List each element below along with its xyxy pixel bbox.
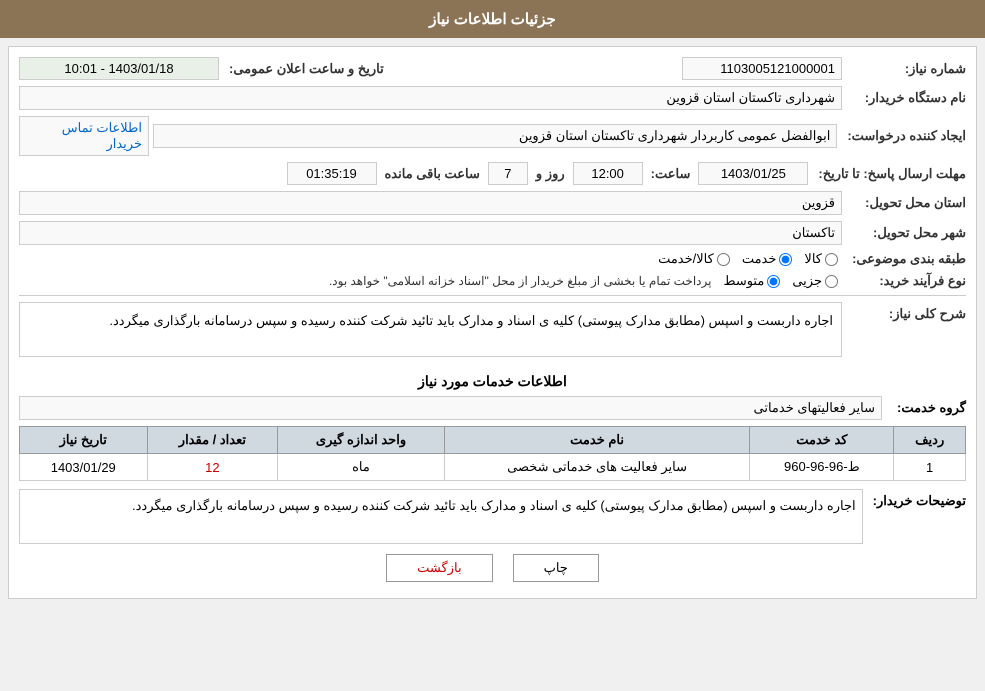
col-service-code: کد خدمت: [750, 427, 894, 454]
deadline-days-label: روز و: [536, 166, 565, 182]
cell-row-num: 1: [894, 454, 966, 481]
cell-service-name: سایر فعالیت های خدماتی شخصی: [444, 454, 750, 481]
delivery-city-row: شهر محل تحویل: تاکستان: [19, 221, 966, 245]
table-container: ردیف کد خدمت نام خدمت واحد اندازه گیری ت…: [19, 426, 966, 481]
page-title: جزئیات اطلاعات نیاز: [429, 11, 556, 28]
services-table: ردیف کد خدمت نام خدمت واحد اندازه گیری ت…: [19, 426, 966, 481]
process-medium-label: متوسط: [723, 273, 764, 289]
deadline-time: 12:00: [573, 162, 643, 185]
table-row: 1 ط-96-96-960 سایر فعالیت های خدماتی شخص…: [20, 454, 966, 481]
announce-date-label: تاریخ و ساعت اعلان عمومی:: [223, 61, 384, 77]
category-label: طبقه بندی موضوعی:: [846, 251, 966, 267]
buyer-org-value: شهرداری تاکستان استان قزوین: [19, 86, 842, 110]
buyer-org-row: نام دستگاه خریدار: شهرداری تاکستان استان…: [19, 86, 966, 110]
process-options: جزیی متوسط پرداخت تمام یا بخشی از مبلغ خ…: [19, 273, 838, 289]
general-desc-row: شرح کلی نیاز: اجاره داربست و اسپس (مطابق…: [19, 302, 966, 365]
process-row: نوع فرآیند خرید: جزیی متوسط پرداخت تمام …: [19, 273, 966, 289]
creator-row: ایجاد کننده درخواست: ابوالفضل عمومی کارب…: [19, 116, 966, 156]
col-service-name: نام خدمت: [444, 427, 750, 454]
deadline-days: 7: [488, 162, 528, 185]
buyer-desc-value: اجاره داربست و اسپس (مطابق مدارک پیوستی)…: [19, 489, 863, 544]
deadline-row: مهلت ارسال پاسخ: تا تاریخ: 1403/01/25 سا…: [19, 162, 966, 185]
buyer-desc-label: توضیحات خریدار:: [867, 489, 966, 509]
contact-info-link[interactable]: اطلاعات تماس خریدار: [19, 116, 149, 156]
table-header-row: ردیف کد خدمت نام خدمت واحد اندازه گیری ت…: [20, 427, 966, 454]
remaining-label: ساعت باقی مانده: [385, 166, 480, 182]
process-partial-radio[interactable]: [825, 275, 838, 288]
cell-unit: ماه: [278, 454, 444, 481]
category-both: کالا/خدمت: [658, 251, 730, 267]
category-radio-group: کالا خدمت کالا/خدمت: [658, 251, 838, 267]
need-number-value: 1103005121000001: [682, 57, 842, 80]
col-row-num: ردیف: [894, 427, 966, 454]
deadline-time-label: ساعت:: [651, 166, 691, 182]
page-header: جزئیات اطلاعات نیاز: [0, 0, 985, 38]
col-need-date: تاریخ نیاز: [20, 427, 148, 454]
col-quantity: تعداد / مقدار: [147, 427, 278, 454]
general-desc-value: اجاره داربست و اسپس (مطابق مدارک پیوستی)…: [19, 302, 842, 357]
delivery-city-value: تاکستان: [19, 221, 842, 245]
creator-label: ایجاد کننده درخواست:: [841, 128, 966, 144]
need-number-label: شماره نیاز:: [846, 61, 966, 77]
buyer-org-label: نام دستگاه خریدار:: [846, 90, 966, 106]
category-both-radio[interactable]: [717, 253, 730, 266]
services-section-title: اطلاعات خدمات مورد نیاز: [19, 373, 966, 390]
main-card: شماره نیاز: 1103005121000001 تاریخ و ساع…: [8, 46, 977, 599]
category-service-label: خدمت: [742, 251, 777, 267]
category-service-radio[interactable]: [779, 253, 792, 266]
creator-value: ابوالفضل عمومی کاربردار شهرداری تاکستان …: [153, 124, 837, 148]
process-partial-label: جزیی: [792, 273, 822, 289]
process-partial: جزیی: [792, 273, 838, 289]
process-note: پرداخت تمام یا بخشی از مبلغ خریدار از مح…: [329, 274, 712, 288]
category-both-label: کالا/خدمت: [658, 251, 714, 267]
process-medium-radio[interactable]: [767, 275, 780, 288]
delivery-city-label: شهر محل تحویل:: [846, 225, 966, 241]
process-label: نوع فرآیند خرید:: [846, 273, 966, 289]
button-row: چاپ بازگشت: [19, 554, 966, 582]
delivery-province-label: استان محل تحویل:: [846, 195, 966, 211]
col-unit: واحد اندازه گیری: [278, 427, 444, 454]
service-group-row: گروه خدمت: سایر فعالیتهای خدماتی: [19, 396, 966, 420]
cell-quantity: 12: [147, 454, 278, 481]
service-group-value: سایر فعالیتهای خدماتی: [19, 396, 882, 420]
print-button[interactable]: چاپ: [513, 554, 599, 582]
remaining-time: 01:35:19: [287, 162, 377, 185]
announce-date-value: 1403/01/18 - 10:01: [19, 57, 219, 80]
cell-service-code: ط-96-96-960: [750, 454, 894, 481]
category-goods-label: کالا: [804, 251, 822, 267]
process-medium: متوسط: [723, 273, 780, 289]
buyer-desc-row: توضیحات خریدار: اجاره داربست و اسپس (مطا…: [19, 489, 966, 544]
cell-need-date: 1403/01/29: [20, 454, 148, 481]
category-goods: کالا: [804, 251, 838, 267]
category-service: خدمت: [742, 251, 793, 267]
category-goods-radio[interactable]: [825, 253, 838, 266]
page-container: جزئیات اطلاعات نیاز شماره نیاز: 11030051…: [0, 0, 985, 599]
divider1: [19, 295, 966, 296]
back-button[interactable]: بازگشت: [386, 554, 492, 582]
delivery-province-value: قزوین: [19, 191, 842, 215]
deadline-label: مهلت ارسال پاسخ: تا تاریخ:: [812, 166, 966, 182]
service-group-label: گروه خدمت:: [886, 400, 966, 416]
delivery-province-row: استان محل تحویل: قزوین: [19, 191, 966, 215]
category-row: طبقه بندی موضوعی: کالا خدمت کالا/خدمت: [19, 251, 966, 267]
deadline-date: 1403/01/25: [698, 162, 808, 185]
need-number-row: شماره نیاز: 1103005121000001 تاریخ و ساع…: [19, 57, 966, 80]
general-desc-label: شرح کلی نیاز:: [846, 302, 966, 322]
